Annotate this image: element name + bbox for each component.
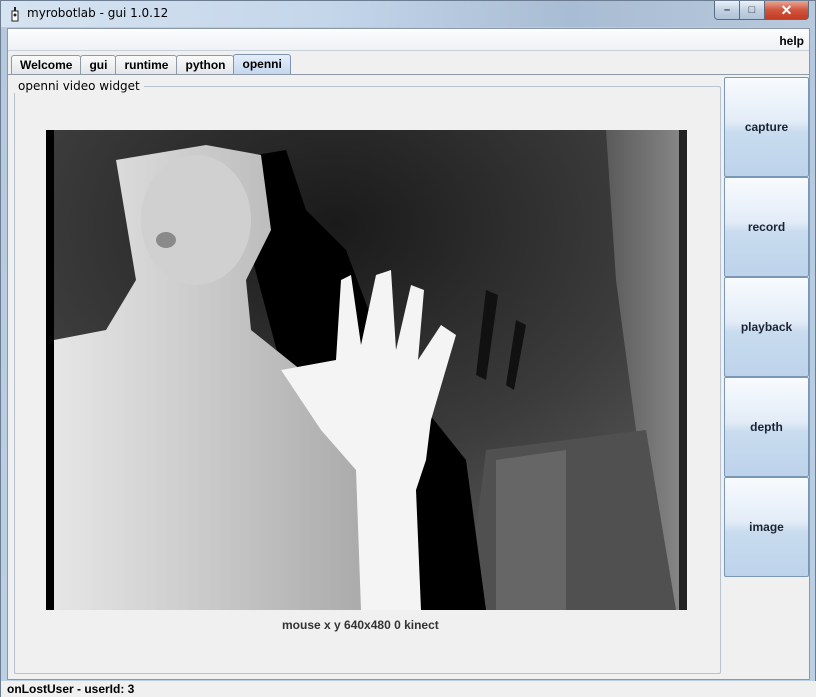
minimize-icon: –	[723, 4, 731, 16]
title-bar[interactable]: myrobotlab - gui 1.0.12 – □ ✕	[1, 1, 815, 27]
video-status-text: mouse x y 640x480 0 kinect	[282, 618, 439, 632]
window-title: myrobotlab - gui 1.0.12	[27, 6, 169, 20]
side-button-column: capture record playback depth image	[724, 77, 809, 577]
tab-python[interactable]: python	[176, 55, 235, 74]
record-button[interactable]: record	[724, 177, 809, 277]
tab-openni[interactable]: openni	[233, 54, 291, 74]
depth-button[interactable]: depth	[724, 377, 809, 477]
playback-button[interactable]: playback	[724, 277, 809, 377]
minimize-button[interactable]: –	[714, 1, 740, 20]
client-area: help Welcome gui runtime python openni o…	[7, 28, 810, 680]
maximize-icon: □	[748, 4, 756, 16]
image-button[interactable]: image	[724, 477, 809, 577]
tab-welcome[interactable]: Welcome	[11, 55, 82, 74]
tab-runtime[interactable]: runtime	[115, 55, 178, 74]
app-window: myrobotlab - gui 1.0.12 – □ ✕ help Welco…	[0, 0, 816, 697]
window-controls: – □ ✕	[714, 1, 809, 21]
maximize-button[interactable]: □	[740, 1, 765, 20]
capture-button[interactable]: capture	[724, 77, 809, 177]
depth-image	[46, 130, 687, 610]
tab-divider	[8, 74, 809, 75]
menu-bar: help	[8, 29, 809, 51]
depth-video-view[interactable]	[46, 130, 687, 610]
close-button[interactable]: ✕	[765, 1, 809, 20]
tab-gui[interactable]: gui	[80, 55, 117, 74]
close-icon: ✕	[780, 1, 793, 18]
status-bar: onLostUser - userId: 3	[1, 681, 816, 697]
panel-title: openni video widget	[14, 79, 144, 93]
tab-strip: Welcome gui runtime python openni	[11, 54, 291, 74]
app-icon	[11, 7, 19, 22]
help-menu[interactable]: help	[779, 34, 804, 48]
status-bar-text: onLostUser - userId: 3	[7, 682, 135, 696]
